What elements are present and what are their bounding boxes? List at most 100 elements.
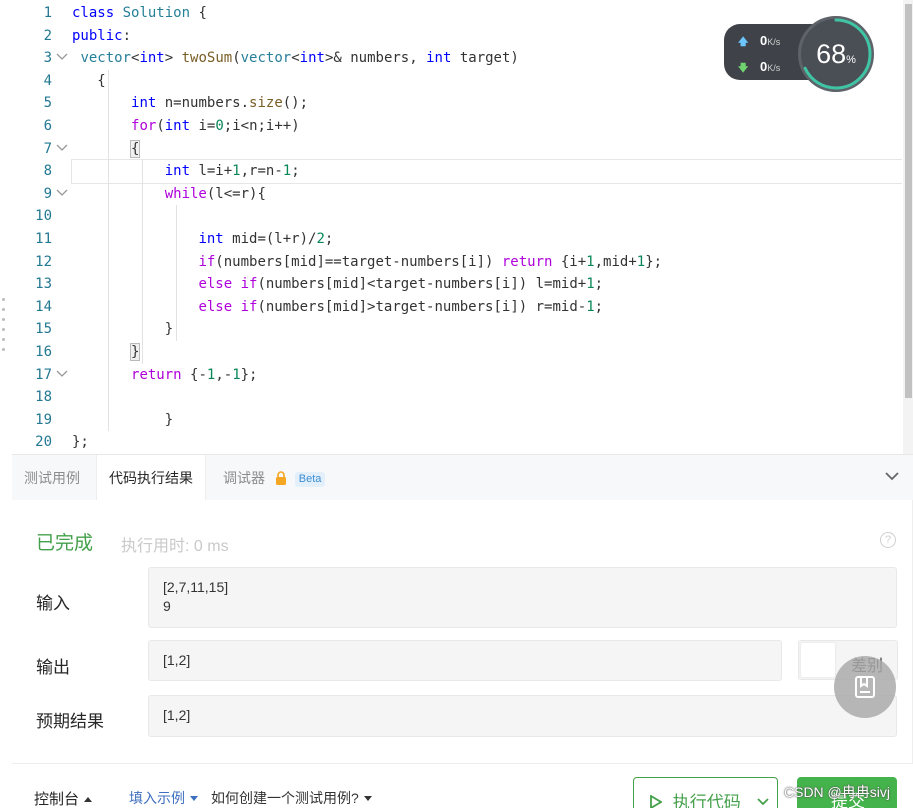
line-number: 6 (43, 118, 52, 134)
line-number: 5 (43, 95, 52, 112)
line-number: 10 (35, 208, 52, 225)
code-text: return {-1,-1}; (131, 366, 258, 383)
code-line[interactable]: 12 if(numbers[mid]==target-numbers[i]) r… (12, 251, 902, 274)
status-text: 已完成 (36, 533, 94, 554)
indent-guide (108, 69, 109, 432)
code-text: class Solution { (72, 5, 207, 21)
code-text: while(l<=r){ (164, 185, 266, 202)
expected-value: [1,2] (163, 707, 191, 723)
code-text: int mid=(l+r)/2; (198, 231, 334, 247)
upload-arrow-icon: 🡅 (738, 37, 749, 48)
chevron-down-icon[interactable] (757, 798, 770, 806)
expected-label: 预期结果 (36, 712, 104, 731)
output-value: [1,2] (163, 652, 191, 668)
input-label: 输入 (36, 594, 70, 613)
chevron-down-icon[interactable] (885, 471, 899, 481)
code-text: }; (72, 434, 89, 451)
code-line[interactable]: 15 } (12, 318, 902, 341)
code-line[interactable]: 14 else if(numbers[mid]>target-numbers[i… (12, 296, 902, 319)
tab-run-result[interactable]: 代码执行结果 (96, 455, 206, 501)
watermark: CSDN @冉冉sivj (784, 784, 890, 800)
input-box: [2,7,11,15] 9 (148, 567, 897, 628)
line-number: 8 (43, 163, 52, 180)
code-line[interactable]: 6 for(int i=0;i<n;i++) (12, 115, 902, 138)
code-line[interactable]: 20}; (12, 431, 902, 454)
code-text: int l=i+1,r=n-1; (164, 163, 300, 180)
fold-chevron-icon[interactable] (56, 138, 70, 161)
code-line[interactable]: 11 int mid=(l+r)/2; (12, 228, 902, 251)
code-text: else if(numbers[mid]>target-numbers[i]) … (198, 298, 604, 315)
bottom-tabs: 测试用例 代码执行结果 调试器 Beta (12, 454, 913, 501)
line-number: 18 (35, 389, 52, 406)
cpu-percent: 68% (816, 38, 856, 69)
code-text: else if(numbers[mid]<target-numbers[i]) … (198, 276, 604, 293)
cpu-usage-ring: 68% (798, 16, 874, 92)
console-button[interactable]: 控制台 (34, 788, 93, 808)
code-line[interactable]: 8 int l=i+1,r=n-1; (44, 159, 902, 184)
runtime-text: 执行用时: 0 ms (121, 538, 229, 555)
help-icon[interactable]: ? (880, 532, 896, 548)
lock-icon (275, 471, 286, 485)
line-number: 16 (35, 344, 52, 360)
indent-guide (142, 160, 143, 364)
indent-guide (176, 205, 177, 341)
code-line[interactable]: 17 return {-1,-1}; (12, 364, 902, 387)
code-line[interactable]: 10 (12, 205, 902, 228)
diff-switch[interactable] (801, 643, 835, 677)
fold-chevron-icon[interactable] (56, 364, 70, 387)
footer-bar: 控制台 填入示例 如何创建一个测试用例? 执行代码 提交 CSDN @冉冉siv… (12, 772, 913, 808)
line-number: 2 (43, 27, 52, 44)
line-number: 1 (43, 5, 52, 21)
notebook-icon (855, 676, 875, 698)
input-value-array: [2,7,11,15] (163, 579, 229, 595)
line-number: 15 (35, 321, 52, 338)
output-box: [1,2] (148, 640, 782, 681)
line-number: 20 (35, 434, 52, 451)
upload-speed: 🡅 0K/s (738, 33, 780, 52)
input-value-target: 9 (163, 598, 171, 614)
line-number: 19 (35, 411, 52, 428)
code-line[interactable]: 18 (12, 386, 902, 409)
download-speed: 🡇 0K/s (738, 59, 780, 78)
tab-test-cases[interactable]: 测试用例 (12, 455, 92, 501)
line-number: 11 (35, 231, 52, 247)
resize-handle[interactable] (2, 298, 6, 358)
fill-example-button[interactable]: 填入示例 (129, 788, 198, 808)
fold-chevron-icon[interactable] (56, 183, 70, 206)
line-number: 7 (43, 140, 52, 157)
code-text: { (129, 139, 141, 158)
line-number: 3 (43, 50, 52, 67)
expected-box: [1,2] (148, 695, 897, 737)
run-code-button[interactable]: 执行代码 (633, 777, 778, 808)
code-line[interactable]: 19 } (12, 409, 902, 432)
line-number: 14 (35, 298, 52, 315)
run-result-panel: 已完成 执行用时: 0 ms ? 输入 [2,7,11,15] 9 输出 [1,… (12, 500, 913, 764)
line-number: 13 (35, 276, 52, 293)
caret-up-icon (84, 797, 93, 802)
beta-badge: Beta (294, 472, 326, 487)
editor-scrollbar-thumb[interactable] (905, 4, 912, 398)
caret-down-icon (190, 796, 198, 801)
line-number: 4 (43, 72, 52, 89)
code-text: if(numbers[mid]==target-numbers[i]) retu… (198, 253, 663, 270)
code-line[interactable]: 9 while(l<=r){ (12, 183, 902, 206)
caret-down-icon (363, 796, 372, 801)
code-text: for(int i=0;i<n;i++) (131, 118, 300, 134)
download-arrow-icon: 🡇 (738, 63, 749, 74)
fold-chevron-icon[interactable] (56, 47, 70, 70)
code-text: } (129, 343, 141, 361)
code-line[interactable]: 5 int n=numbers.size(); (12, 92, 902, 115)
tab-debugger[interactable]: 调试器 Beta (211, 455, 337, 501)
output-label: 输出 (36, 658, 70, 677)
how-to-create-test-link[interactable]: 如何创建一个测试用例? (211, 788, 372, 808)
notes-floating-button[interactable] (834, 656, 896, 718)
line-number: 12 (35, 253, 52, 270)
line-number: 17 (35, 366, 52, 383)
code-line[interactable]: 16 } (12, 341, 902, 364)
code-line[interactable]: 7 { (12, 138, 902, 161)
code-text: vector<int> twoSum(vector<int>& numbers,… (80, 50, 519, 67)
code-text: public: (72, 27, 132, 44)
code-line[interactable]: 13 else if(numbers[mid]<target-numbers[i… (12, 273, 902, 296)
code-line[interactable]: 1 class Solution { (12, 2, 902, 25)
code-text: } (72, 411, 174, 428)
